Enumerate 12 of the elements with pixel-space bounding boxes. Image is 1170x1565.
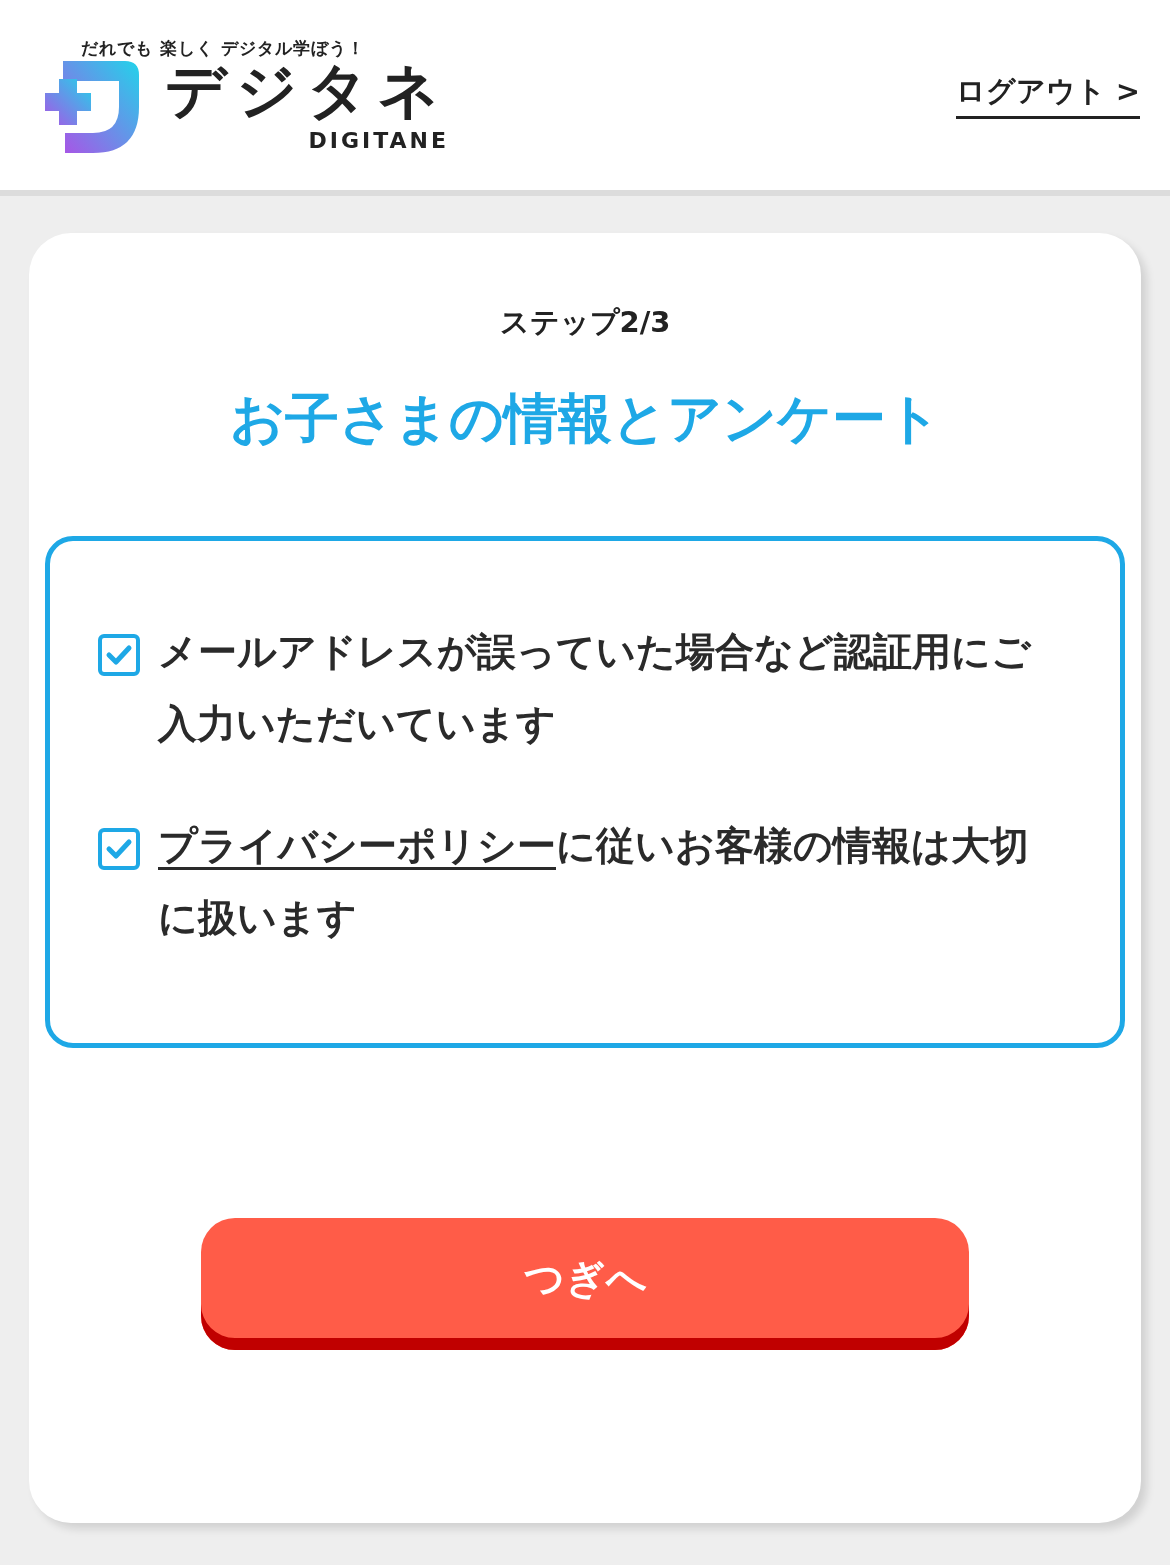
logo-icon bbox=[45, 60, 139, 153]
step-indicator: ステップ2/3 bbox=[499, 304, 671, 341]
page-title: お子さまの情報とアンケート bbox=[229, 386, 941, 452]
logout-link[interactable]: ログアウト > bbox=[955, 71, 1140, 119]
privacy-policy-link[interactable]: プライバシーポリシー bbox=[158, 823, 556, 868]
consent-text: メールアドレスが誤っていた場合など認証用にご入力いただいています bbox=[158, 628, 1033, 748]
logo-text: デジタネ bbox=[165, 60, 449, 120]
logo-subtext: DIGITANE bbox=[308, 128, 449, 153]
checkbox[interactable] bbox=[98, 634, 140, 676]
consent-text: プライバシーポリシーに従いお客様の情報は大切に扱います bbox=[158, 822, 1030, 942]
logo-tagline: だれでも 楽しく デジタル学ぼう！ bbox=[81, 37, 366, 60]
checkbox[interactable] bbox=[98, 828, 140, 870]
